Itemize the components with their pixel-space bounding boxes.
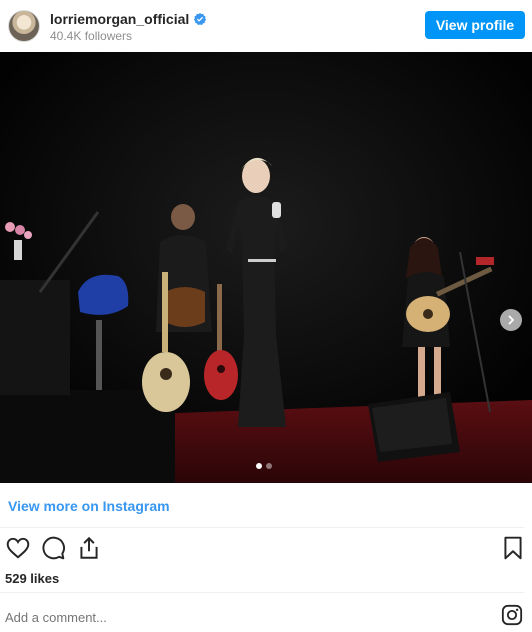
username-row: lorriemorgan_official — [50, 11, 207, 27]
carousel-indicator — [256, 463, 272, 469]
comment-input[interactable] — [5, 610, 405, 625]
comment-icon[interactable] — [40, 535, 66, 561]
carousel-dot — [266, 463, 272, 469]
share-icon[interactable] — [76, 535, 102, 561]
heart-icon[interactable] — [5, 535, 31, 561]
verified-badge-icon — [194, 12, 207, 26]
post-image[interactable] — [0, 52, 532, 483]
instagram-logo-icon[interactable] — [501, 604, 523, 626]
avatar[interactable] — [8, 10, 40, 42]
username[interactable]: lorriemorgan_official — [50, 11, 189, 27]
carousel-dot-active — [256, 463, 262, 469]
follower-count: 40.4K followers — [50, 29, 133, 43]
divider — [0, 527, 524, 528]
bookmark-icon[interactable] — [500, 535, 526, 561]
post-header: lorriemorgan_official 40.4K followers Vi… — [0, 0, 532, 52]
carousel-next-button[interactable] — [500, 309, 522, 331]
view-more-link[interactable]: View more on Instagram — [8, 498, 170, 514]
concert-photo — [0, 52, 532, 483]
like-count: 529 likes — [5, 571, 60, 586]
action-bar — [0, 535, 532, 565]
divider — [0, 592, 524, 593]
view-profile-button[interactable]: View profile — [425, 11, 525, 39]
chevron-right-icon — [508, 315, 515, 325]
